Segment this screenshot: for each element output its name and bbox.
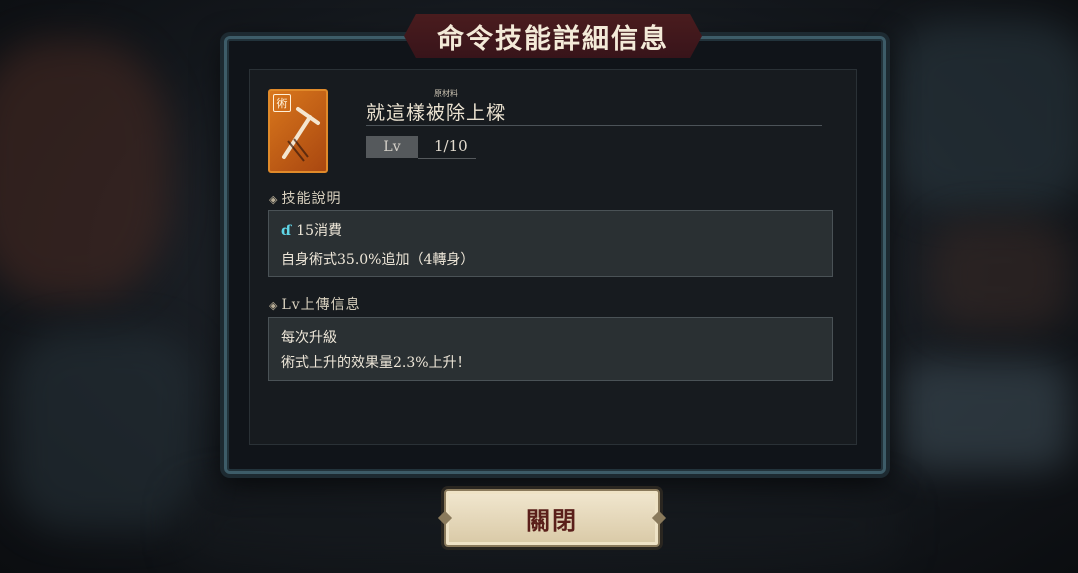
skill-description-header: ◈ 技能說明 <box>269 188 341 208</box>
background-blur <box>930 220 1070 330</box>
close-button-label: 關閉 <box>526 505 578 535</box>
background-blur <box>890 20 1078 210</box>
level-info-box: 每次升級 術式上升的效果量2.3%上升！ <box>268 317 833 381</box>
dialog-title-banner: 命令技能詳細信息 <box>404 14 702 58</box>
background-blur <box>10 330 200 530</box>
level-info-line: 每次升級 <box>281 330 337 346</box>
level-info-line: 術式上升的效果量2.3%上升！ <box>281 355 471 371</box>
skill-description-box: ɗ 15消費 自身術式35.0%追加（4轉身） <box>268 210 833 277</box>
background-blur <box>900 360 1070 470</box>
section-title: Lv上傳信息 <box>281 297 361 313</box>
divider <box>418 158 476 159</box>
close-button[interactable]: 關閉 <box>444 489 660 547</box>
level-label: Lv <box>366 136 418 158</box>
cost-value: 15消費 <box>296 223 343 239</box>
level-info-header: ◈ Lv上傳信息 <box>269 294 361 314</box>
cost-drop-icon: ɗ <box>281 223 292 239</box>
level-value: 1/10 <box>434 137 468 155</box>
dialog-title: 命令技能詳細信息 <box>437 23 669 55</box>
diamond-icon: ◈ <box>269 299 279 312</box>
diamond-icon: ◈ <box>269 193 279 206</box>
background-blur <box>0 40 170 300</box>
skill-name: 就這樣被除上樑 <box>366 102 507 124</box>
cost-line: ɗ 15消費 <box>281 220 342 240</box>
hammer-icon <box>282 107 320 162</box>
skill-hammer-icon: 術 <box>268 89 328 173</box>
divider <box>366 125 822 126</box>
section-title: 技能說明 <box>281 191 342 207</box>
effect-text: 自身術式35.0%追加（4轉身） <box>281 252 475 268</box>
